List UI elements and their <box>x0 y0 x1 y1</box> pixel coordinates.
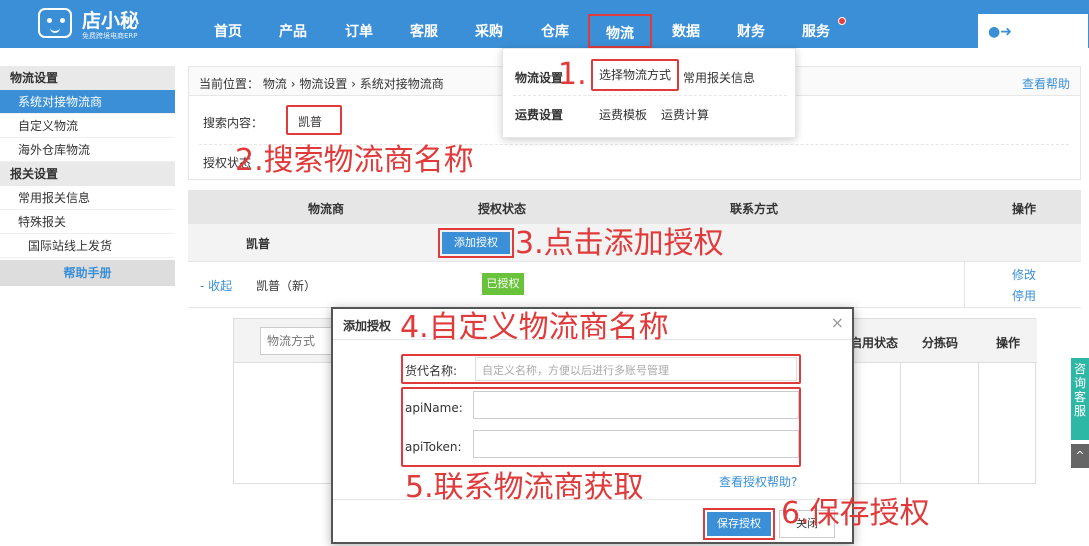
status-badge: 已授权 <box>482 273 524 295</box>
annotation-step1: 1. <box>558 57 587 92</box>
add-auth-button[interactable]: 添加授权 <box>438 228 514 258</box>
annotation-step3: 3.点击添加授权 <box>515 226 724 261</box>
disable-link[interactable]: 停用 <box>1012 287 1036 304</box>
api-name-label: apiName: <box>405 401 463 415</box>
sidebar-group-logistics: 物流设置 <box>0 66 175 90</box>
user-menu[interactable]: ●➜ <box>978 14 1088 48</box>
column-divider <box>978 363 979 483</box>
nav-finance[interactable]: 财务 <box>723 0 779 48</box>
app-logo[interactable]: 店小秘 免费跨境电商ERP <box>38 6 158 42</box>
table-header: 物流商 授权状态 联系方式 操作 <box>188 190 1081 224</box>
edit-link[interactable]: 修改 <box>1012 266 1036 283</box>
menu-item-freight-calculator[interactable]: 运费计算 <box>661 106 709 123</box>
api-token-input[interactable] <box>473 430 799 458</box>
view-help-link[interactable]: 查看帮助 <box>1022 75 1070 92</box>
nav-data[interactable]: 数据 <box>658 0 714 48</box>
robot-logo-icon <box>38 8 72 38</box>
column-header: 操作 <box>996 336 1021 350</box>
forwarder-name-input[interactable]: 自定义名称，方便以后进行多账号管理 <box>475 357 797 381</box>
search-label: 搜索内容： <box>203 116 264 130</box>
column-header: 操作 <box>1012 202 1037 216</box>
sidebar-item-customs-info[interactable]: 常用报关信息 <box>0 186 175 210</box>
save-auth-button-label: 保存授权 <box>707 512 771 536</box>
sidebar-item-special-customs[interactable]: 特殊报关 <box>0 210 175 234</box>
add-auth-button-label: 添加授权 <box>442 232 510 254</box>
column-divider <box>900 363 901 483</box>
column-header: 分拣码 <box>922 336 959 350</box>
nav-home[interactable]: 首页 <box>200 0 256 48</box>
nav-logistics[interactable]: 物流 <box>588 14 652 48</box>
logistics-dropdown-menu: 物流设置 选择物流方式 常用报关信息 运费设置 运费模板 运费计算 <box>502 48 796 138</box>
consult-service-tab[interactable]: 咨询客服 <box>1071 358 1089 440</box>
breadcrumb-item[interactable]: 物流 <box>263 77 287 91</box>
api-token-label: apiToken: <box>405 440 462 454</box>
modal-title: 添加授权 <box>343 319 392 333</box>
annotation-step5: 5.联系物流商获取 <box>405 470 644 505</box>
nav-warehouse[interactable]: 仓库 <box>527 0 583 48</box>
dropdown-group-label: 物流设置 <box>515 71 564 85</box>
carrier-name: 凯普（新） <box>256 279 317 293</box>
chevron-up-icon[interactable]: ^ <box>1071 444 1089 468</box>
column-divider <box>964 262 965 308</box>
annotation-step4: 4.自定义物流商名称 <box>400 310 669 345</box>
top-nav-bar: 店小秘 免费跨境电商ERP 首页 产品 订单 客服 采购 仓库 物流 数据 财务… <box>0 0 1089 48</box>
forwarder-name-field-group: 货代名称: 自定义名称，方便以后进行多账号管理 <box>401 354 801 384</box>
sidebar-item-custom-logistics[interactable]: 自定义物流 <box>0 114 175 138</box>
divider <box>513 95 787 96</box>
nav-orders[interactable]: 订单 <box>331 0 387 48</box>
column-header: 启用状态 <box>850 336 899 350</box>
breadcrumb: 当前位置： 物流 › 物流设置 › 系统对接物流商 <box>199 75 444 92</box>
notification-dot <box>838 17 846 25</box>
annotation-step6: 6.保存授权 <box>781 496 930 531</box>
dropdown-group-label: 运费设置 <box>515 108 564 122</box>
breadcrumb-item[interactable]: 物流设置 <box>299 77 347 91</box>
user-switch-icon: ●➜ <box>988 24 1012 40</box>
api-credentials-group: apiName: apiToken: <box>401 387 801 467</box>
nav-products[interactable]: 产品 <box>265 0 321 48</box>
logo-subtitle: 免费跨境电商ERP <box>82 32 138 40</box>
nav-services[interactable]: 服务 <box>788 0 844 48</box>
close-icon[interactable]: × <box>831 313 844 332</box>
collapse-link[interactable]: - 收起 <box>200 277 232 294</box>
save-auth-button[interactable]: 保存授权 <box>703 508 775 540</box>
column-header: 授权状态 <box>478 202 527 216</box>
auth-help-link[interactable]: 查看授权帮助? <box>719 473 797 490</box>
annotation-step2: 2.搜索物流商名称 <box>235 143 474 178</box>
column-header: 联系方式 <box>730 202 779 216</box>
nav-customer-service[interactable]: 客服 <box>396 0 452 48</box>
menu-item-customs-info[interactable]: 常用报关信息 <box>683 69 755 86</box>
logo-text: 店小秘 <box>82 10 140 32</box>
table-row: - 收起 凯普（新） 已授权 修改 停用 <box>188 262 1081 308</box>
sidebar-item-system-carriers[interactable]: 系统对接物流商 <box>0 90 175 114</box>
sidebar-group-customs: 报关设置 <box>0 162 175 186</box>
carrier-group-name: 凯普 <box>246 237 271 251</box>
sidebar-item-international-shipping[interactable]: 国际站线上发货 <box>0 234 175 258</box>
api-name-input[interactable] <box>473 391 799 419</box>
forwarder-name-label: 货代名称: <box>405 364 458 378</box>
search-input[interactable]: 凯普 <box>286 105 342 135</box>
nav-purchase[interactable]: 采购 <box>461 0 517 48</box>
breadcrumb-item: 系统对接物流商 <box>359 77 444 91</box>
breadcrumb-separator: › <box>351 77 360 91</box>
menu-item-select-shipping-method[interactable]: 选择物流方式 <box>591 59 679 91</box>
sidebar: 物流设置 系统对接物流商 自定义物流 海外仓库物流 报关设置 常用报关信息 特殊… <box>0 66 175 301</box>
menu-item-freight-template[interactable]: 运费模板 <box>599 106 647 123</box>
breadcrumb-prefix: 当前位置： <box>199 77 260 91</box>
help-manual-button[interactable]: 帮助手册 <box>0 260 175 286</box>
column-header: 物流商 <box>308 202 345 216</box>
sidebar-item-overseas-warehouse[interactable]: 海外仓库物流 <box>0 138 175 162</box>
